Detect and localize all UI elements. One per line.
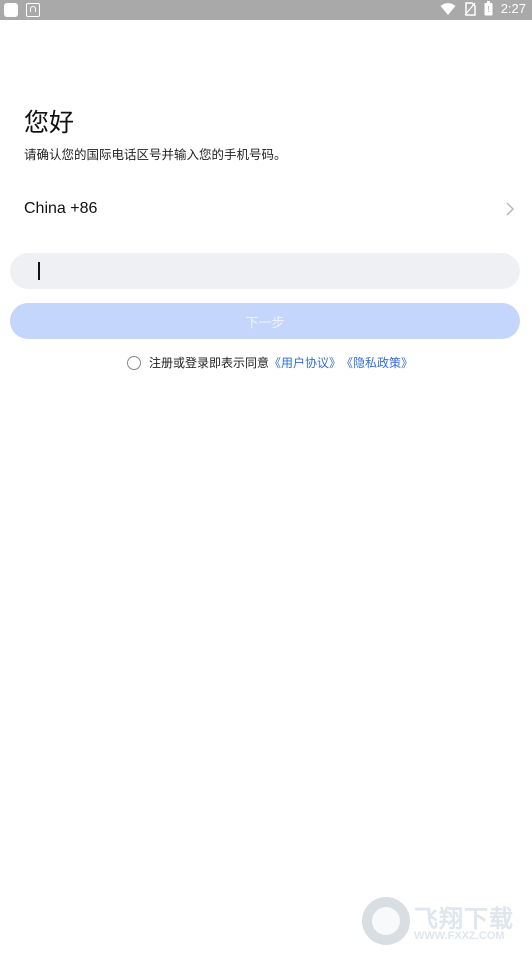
phone-number-input[interactable] — [10, 253, 520, 289]
watermark-brand: 飞翔下载 — [414, 905, 514, 933]
page-subtitle: 请确认您的国际电话区号并输入您的手机号码。 — [24, 147, 287, 162]
privacy-policy-link[interactable]: 《隐私政策》 — [341, 354, 413, 371]
page-title: 您好 — [24, 108, 75, 137]
notification-icon — [4, 3, 18, 17]
agreement-row: 注册或登录即表示同意 《用户协议》 《隐私政策》 — [127, 354, 413, 371]
watermark: 飞翔下载 WWW.FXXZ.COM — [362, 897, 522, 949]
text-cursor — [38, 262, 40, 280]
watermark-url: WWW.FXXZ.COM — [414, 930, 505, 942]
agreement-text: 注册或登录即表示同意 — [149, 356, 270, 370]
app-notification-icon — [26, 3, 40, 17]
status-bar: ! 2:27 — [0, 0, 532, 20]
watermark-logo-icon — [362, 897, 410, 945]
user-agreement-link[interactable]: 《用户协议》 — [269, 354, 341, 371]
clock: 2:27 — [500, 1, 526, 16]
chevron-right-icon — [506, 202, 514, 216]
next-button[interactable]: 下一步 — [10, 303, 520, 339]
svg-text:!: ! — [487, 5, 489, 14]
country-code-label: China +86 — [24, 200, 98, 217]
country-code-selector[interactable]: China +86 — [0, 190, 532, 230]
wifi-icon — [440, 2, 456, 15]
no-sim-icon — [464, 1, 476, 16]
battery-icon: ! — [484, 1, 493, 16]
agree-radio[interactable] — [127, 355, 141, 370]
